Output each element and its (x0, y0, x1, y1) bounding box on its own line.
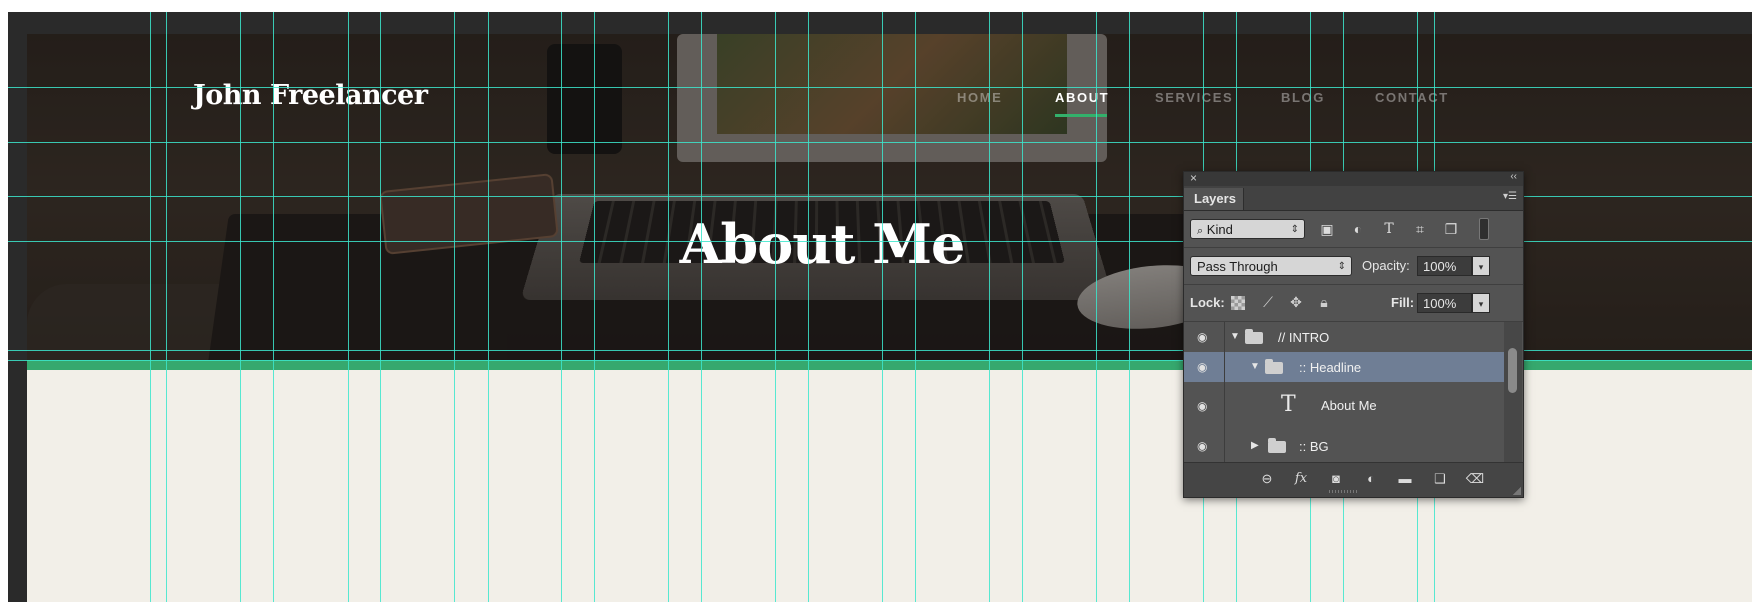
blend-row: Pass Through ⇕ Opacity: 100% ▾ (1184, 248, 1523, 285)
panel-menu-icon[interactable]: ▾☰ (1503, 191, 1517, 202)
fill-dropdown-button[interactable]: ▾ (1472, 293, 1490, 313)
lock-all-icon[interactable]: 🔒︎ (1314, 292, 1334, 312)
nav-contact[interactable]: CONTACT (1375, 90, 1449, 105)
folder-icon (1268, 438, 1286, 453)
lock-position-icon[interactable]: ✥ (1286, 292, 1306, 312)
smart-object-filter-icon[interactable]: ❐ (1442, 219, 1460, 239)
fill-field[interactable]: 100% (1417, 293, 1472, 313)
collapse-icon[interactable]: ‹‹ (1510, 171, 1517, 182)
adjustment-filter-icon[interactable]: ◐ (1349, 219, 1367, 239)
visibility-toggle[interactable]: ◉ (1184, 352, 1225, 382)
nav-about[interactable]: ABOUT (1055, 90, 1109, 105)
layer-filter-row: ⌕ Kind ⇕ ▣ ◐ T ⌗ ❐ (1184, 211, 1523, 248)
eye-icon: ◉ (1197, 439, 1208, 453)
visibility-toggle[interactable]: ◉ (1184, 382, 1225, 430)
panel-footer: ⊖ fx ◙ ◐ ▬ ❑ ⌫ (1184, 462, 1523, 497)
lock-brush-icon[interactable]: ⟋ (1258, 292, 1278, 312)
trash-icon[interactable]: ⌫ (1464, 470, 1486, 488)
visibility-toggle[interactable]: ◉ (1184, 430, 1225, 462)
layer-name: // INTRO (1278, 330, 1330, 345)
opacity-field[interactable]: 100% (1417, 256, 1472, 276)
fill-label: Fill: (1391, 295, 1415, 310)
layer-row-about-me[interactable]: ◉ T About Me (1184, 382, 1504, 431)
mask-icon[interactable]: ◙ (1325, 470, 1347, 488)
layer-name: :: Headline (1299, 360, 1362, 375)
eye-icon: ◉ (1197, 330, 1208, 344)
panel-tabbar: Layers ▾☰ (1184, 186, 1523, 211)
lock-transparency-icon[interactable] (1231, 296, 1245, 310)
layer-name: About Me (1321, 398, 1377, 413)
nav-active-underline (1055, 114, 1107, 117)
filter-kind-select[interactable]: ⌕ Kind ⇕ (1190, 219, 1305, 239)
scrollbar-thumb[interactable] (1508, 348, 1517, 393)
image-filter-icon[interactable]: ▣ (1318, 219, 1336, 239)
opacity-label: Opacity: (1362, 258, 1410, 273)
type-filter-icon[interactable]: T (1380, 219, 1398, 239)
resize-grip[interactable] (1511, 485, 1521, 495)
lock-label: Lock: (1190, 295, 1225, 310)
text-layer-icon: T (1281, 392, 1296, 417)
layer-name: :: BG (1299, 439, 1329, 454)
layer-row-headline[interactable]: ◉ ▼ :: Headline (1184, 352, 1504, 383)
folder-icon (1265, 359, 1283, 374)
nav-services[interactable]: SERVICES (1155, 90, 1233, 105)
layer-row-intro[interactable]: ◉ ▼ // INTRO (1184, 322, 1504, 353)
nav-blog[interactable]: BLOG (1281, 90, 1325, 105)
shape-filter-icon[interactable]: ⌗ (1411, 219, 1429, 239)
blend-mode-value: Pass Through (1197, 259, 1278, 274)
adjustment-layer-icon[interactable]: ◐ (1360, 470, 1382, 488)
fx-icon[interactable]: fx (1290, 470, 1312, 488)
panel-titlebar[interactable]: × ‹‹ (1184, 171, 1523, 186)
lock-row: Lock: ⟋ ✥ 🔒︎ Fill: 100% ▾ (1184, 285, 1523, 322)
opacity-dropdown-button[interactable]: ▾ (1472, 256, 1490, 276)
search-icon: ⌕ (1197, 225, 1204, 237)
layers-panel: × ‹‹ Layers ▾☰ ⌕ Kind ⇕ ▣ ◐ T ⌗ ❐ Pass T… (1183, 171, 1524, 498)
layer-row-bg[interactable]: ◉ ▶ :: BG (1184, 430, 1504, 462)
close-icon[interactable]: × (1190, 171, 1197, 185)
disclosure-open-icon[interactable]: ▼ (1230, 331, 1240, 342)
visibility-toggle[interactable]: ◉ (1184, 322, 1225, 352)
filter-toggle-switch[interactable] (1479, 218, 1489, 240)
layer-list-scrollbar[interactable] (1504, 322, 1522, 462)
select-arrows-icon: ⇕ (1337, 261, 1346, 272)
nav-home[interactable]: HOME (957, 90, 1002, 105)
layer-list: ◉ ▼ // INTRO ◉ ▼ :: Headline ◉ T About M… (1184, 322, 1504, 462)
tab-layers[interactable]: Layers (1184, 188, 1244, 210)
site-logo-text[interactable]: John Freelancer (193, 80, 428, 111)
disclosure-open-icon[interactable]: ▼ (1250, 361, 1260, 372)
blend-mode-select[interactable]: Pass Through ⇕ (1190, 256, 1352, 276)
new-group-icon[interactable]: ▬ (1394, 470, 1416, 488)
select-arrows-icon: ⇕ (1290, 224, 1299, 235)
panel-grip[interactable] (1329, 490, 1359, 493)
eye-icon: ◉ (1197, 360, 1208, 374)
link-layers-icon[interactable]: ⊖ (1256, 470, 1278, 488)
eye-icon: ◉ (1197, 399, 1208, 413)
disclosure-closed-icon[interactable]: ▶ (1251, 440, 1259, 451)
filter-kind-label: Kind (1206, 222, 1233, 237)
new-layer-icon[interactable]: ❑ (1429, 470, 1451, 488)
folder-icon (1245, 329, 1263, 344)
